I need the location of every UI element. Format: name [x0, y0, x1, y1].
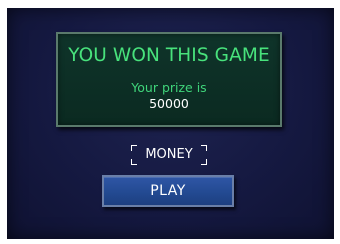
game-screen: YOU WON THIS GAME Your prize is 50000 MO… [7, 8, 334, 239]
result-panel: YOU WON THIS GAME Your prize is 50000 [56, 32, 282, 127]
play-label: PLAY [150, 183, 186, 199]
prize-label: Your prize is [131, 80, 207, 95]
result-title: YOU WON THIS GAME [68, 45, 270, 66]
prize-amount: 50000 [149, 96, 189, 111]
money-label: MONEY [145, 147, 193, 162]
money-button[interactable]: MONEY [127, 142, 211, 168]
play-button[interactable]: PLAY [102, 175, 234, 207]
